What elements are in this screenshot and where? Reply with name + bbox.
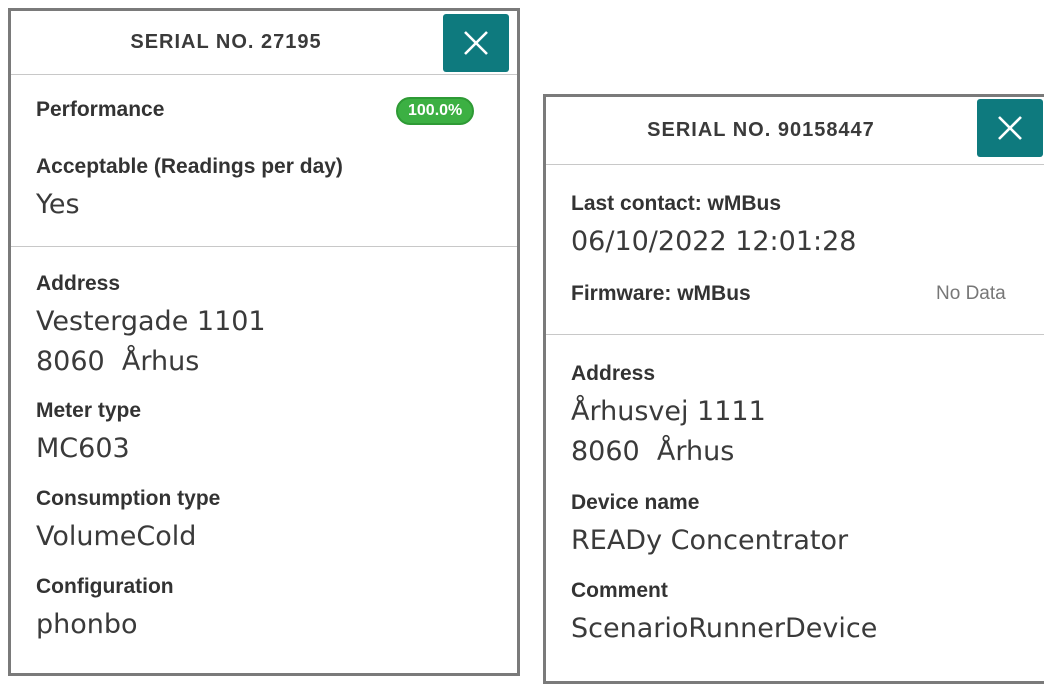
address-line1: Århusvej 1111 bbox=[571, 396, 766, 427]
last-contact-value: 06/10/2022 12:01:28 bbox=[571, 226, 857, 257]
acceptable-value: Yes bbox=[36, 189, 80, 220]
details-section: Address Vestergade 1101 8060 Århus Meter… bbox=[11, 247, 517, 677]
address-line2: 8060 Århus bbox=[571, 436, 735, 467]
close-button[interactable] bbox=[443, 14, 509, 72]
serial-number-title: SERIAL NO. 27195 bbox=[130, 31, 322, 53]
close-icon bbox=[464, 31, 488, 55]
comment-value: ScenarioRunnerDevice bbox=[571, 613, 878, 644]
details-section: Address Århusvej 1111 8060 Århus Device … bbox=[546, 335, 1044, 685]
serial-number-title: SERIAL NO. 90158447 bbox=[647, 119, 875, 141]
device-details-panel: SERIAL NO. 90158447 Last contact: wMBus … bbox=[543, 94, 1044, 684]
firmware-label: Firmware: wMBus bbox=[571, 282, 751, 305]
firmware-value: No Data bbox=[936, 283, 1006, 304]
device-name-label: Device name bbox=[571, 491, 700, 514]
consumption-type-value: VolumeCold bbox=[36, 521, 197, 552]
panel-header: SERIAL NO. 27195 bbox=[11, 11, 517, 75]
comment-label: Comment bbox=[571, 579, 668, 602]
meter-details-panel: SERIAL NO. 27195 Performance 100.0% Acce… bbox=[8, 8, 520, 676]
performance-section: Performance 100.0% Acceptable (Readings … bbox=[11, 75, 517, 247]
meter-type-value: MC603 bbox=[36, 433, 130, 464]
address-line1: Vestergade 1101 bbox=[36, 306, 266, 337]
consumption-type-label: Consumption type bbox=[36, 487, 221, 510]
device-name-value: READy Concentrator bbox=[571, 525, 849, 556]
address-line2: 8060 Århus bbox=[36, 346, 200, 377]
address-label: Address bbox=[571, 362, 656, 385]
performance-label: Performance bbox=[36, 98, 165, 121]
contact-section: Last contact: wMBus 06/10/2022 12:01:28 … bbox=[546, 165, 1044, 335]
address-label: Address bbox=[36, 272, 121, 295]
close-icon bbox=[998, 116, 1022, 140]
panel-header: SERIAL NO. 90158447 bbox=[546, 97, 1044, 165]
configuration-label: Configuration bbox=[36, 575, 174, 598]
last-contact-label: Last contact: wMBus bbox=[571, 192, 782, 215]
configuration-value: phonbo bbox=[36, 609, 138, 640]
close-button[interactable] bbox=[977, 99, 1043, 157]
meter-type-label: Meter type bbox=[36, 399, 142, 422]
performance-badge: 100.0% bbox=[396, 97, 475, 125]
acceptable-label: Acceptable (Readings per day) bbox=[36, 155, 343, 178]
